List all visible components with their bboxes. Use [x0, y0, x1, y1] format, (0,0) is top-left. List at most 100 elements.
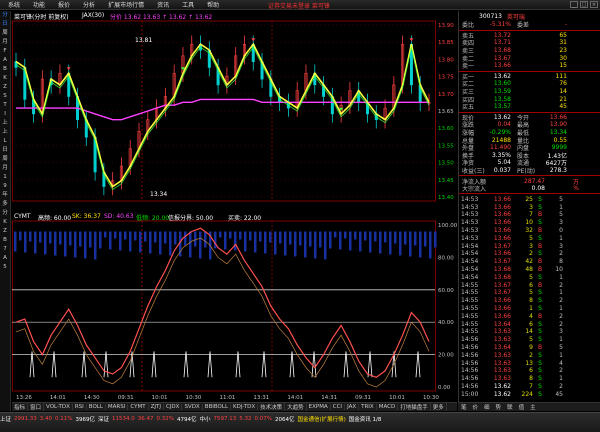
indicator-tab-0[interactable]: 指标 [12, 403, 29, 411]
quote-tab-6[interactable]: 主 [527, 403, 539, 411]
quote-tab-1[interactable]: 价 [470, 403, 482, 411]
menu-system[interactable]: 系统 [8, 0, 20, 9]
indicator-tab-5[interactable]: MARSI [106, 404, 129, 410]
price-axis-label: 13.80 [438, 57, 454, 63]
quote-tab-5[interactable]: 值 [516, 403, 528, 411]
indicator-tab-4[interactable]: BOLL [87, 404, 106, 410]
quote-tab-4[interactable]: 联 [504, 403, 516, 411]
status-item-0: 上证 [0, 417, 12, 423]
indicator-bar [119, 231, 122, 251]
indicator-tab-8[interactable]: CJDX [164, 404, 183, 410]
left-toolbar-button-12[interactable]: 上 [0, 119, 10, 128]
left-toolbar-button-20[interactable]: 年 [0, 191, 10, 200]
menu-help[interactable]: 帮助 [207, 0, 219, 9]
minimize-button[interactable]: _ [570, 1, 578, 8]
indicator-bar [299, 231, 302, 246]
indicator-tab-3[interactable]: RSI [73, 404, 87, 410]
indicator-bar [359, 231, 362, 252]
tick-count: 8 [559, 258, 563, 266]
bid-price: 13.57 [493, 103, 511, 111]
maximize-button[interactable]: □ [580, 1, 588, 8]
indicator-right: 买卖: 22.00 [228, 215, 262, 222]
tick-row: 14:55 13.64 6 S 2 [459, 320, 600, 328]
indicator-tab-1[interactable]: 窗口 [28, 403, 45, 411]
time-axis-label: 11:01 [220, 395, 236, 401]
ask-volume: 23 [559, 47, 567, 55]
indicator-tab-16[interactable]: JAX [345, 404, 360, 410]
left-toolbar-button-23[interactable]: K [0, 218, 10, 227]
left-toolbar-button-9[interactable]: S [0, 92, 10, 101]
indicator-tab-17[interactable]: TRIX [359, 404, 377, 410]
tick-volume: 224 [521, 390, 533, 398]
menu-function[interactable]: 功能 [33, 0, 45, 9]
left-toolbar-button-4[interactable]: F [0, 47, 10, 56]
left-toolbar-button-11[interactable]: I [0, 110, 10, 119]
menu-quote[interactable]: 报价 [58, 0, 70, 9]
indicator-tab-10[interactable]: BBIBOLL [203, 404, 232, 410]
indicator-tab-7[interactable]: ZJTJ [149, 404, 164, 410]
indicator-bar [244, 231, 247, 252]
indicator-bar [164, 231, 167, 244]
indicator-bar [234, 231, 237, 251]
left-toolbar-button-19[interactable]: 9 [0, 182, 10, 191]
indicator-tab-6[interactable]: CYMT [128, 404, 149, 410]
left-toolbar-button-3[interactable]: 月 [0, 38, 10, 47]
quote-tab-3[interactable]: 势 [493, 403, 505, 411]
left-toolbar-button-13[interactable]: 上 [0, 128, 10, 137]
indicator-tab-12[interactable]: 技术决策 [258, 403, 286, 411]
left-toolbar-button-0[interactable]: 分 [0, 11, 10, 20]
left-toolbar-button-22[interactable]: 分 [0, 209, 10, 218]
indicator-tab-14[interactable]: EXPMA [307, 404, 331, 410]
left-toolbar-button-28[interactable]: 5 [0, 263, 10, 272]
menu-extended[interactable]: 扩展市场行情 [108, 0, 144, 9]
indicator-tab-11[interactable]: KDJ-TDX [231, 404, 259, 410]
indicator-tab-9[interactable]: SVDX [182, 404, 203, 410]
left-toolbar-button-15[interactable]: 日 [0, 146, 10, 155]
indicator-bar [409, 231, 412, 257]
bid-volume: 14 [559, 88, 567, 96]
quote-tab-2[interactable]: 细 [481, 403, 493, 411]
chart-svg[interactable]: 13.90 13.85 13.80 13.75 13.70 13.65 13.60 13.55… [12, 11, 457, 402]
left-toolbar-button-27[interactable]: A [0, 254, 10, 263]
indicator-spike [51, 351, 57, 378]
close-button[interactable]: × [590, 1, 598, 8]
chart-area[interactable]: 13.90 13.85 13.80 13.75 13.70 13.65 13.60 13.55… [12, 11, 457, 411]
indicator-tab-20[interactable]: 更多 [431, 403, 447, 411]
bid-price: 13.59 [493, 88, 511, 96]
status-item-6: 11534.0 [112, 416, 135, 422]
tick-volume: 2 [529, 351, 533, 359]
left-toolbar-button-10[interactable]: T [0, 101, 10, 110]
left-toolbar-button-7[interactable]: K [0, 74, 10, 83]
tick-row: 14:54 13.66 2 S 2 [459, 250, 600, 258]
menu-tools[interactable]: 工具 [182, 0, 194, 9]
status-item-3: 0.11% [55, 416, 73, 422]
indicator-tab-15[interactable]: CCI [331, 404, 346, 410]
ask-label: 卖一 [462, 63, 475, 71]
menu-analysis[interactable]: 分析 [83, 0, 95, 9]
left-toolbar-button-18[interactable]: 1 [0, 173, 10, 182]
indicator-tab-2[interactable]: VOL-TDX [44, 404, 73, 410]
left-toolbar-button-26[interactable]: 7 [0, 245, 10, 254]
ask-volume: 30 [559, 54, 567, 62]
left-toolbar-button-1[interactable]: 日 [0, 20, 10, 29]
quote-tab-0[interactable]: 笔 [458, 403, 470, 411]
indicator-spike [183, 351, 189, 378]
left-toolbar-button-24[interactable]: Z [0, 227, 10, 236]
menu-news[interactable]: 资讯 [157, 0, 169, 9]
left-toolbar-button-14[interactable]: L [0, 137, 10, 146]
left-toolbar-button-21[interactable]: 多 [0, 200, 10, 209]
indicator-bar [44, 231, 47, 255]
indicator-tab-19[interactable]: 打地猫盘手 [398, 403, 431, 411]
left-toolbar-button-8[interactable]: Z [0, 83, 10, 92]
left-toolbar-button-2[interactable]: 周 [0, 29, 10, 38]
tick-count: 3 [559, 219, 563, 227]
left-toolbar-button-17[interactable]: 月 [0, 164, 10, 173]
indicator-tab-18[interactable]: MACD [377, 404, 399, 410]
bid-volume: 21 [559, 95, 567, 103]
indicator-tab-13[interactable]: 大趋势 [285, 403, 307, 411]
left-toolbar-button-16[interactable]: 周 [0, 155, 10, 164]
left-toolbar-button-6[interactable]: B [0, 65, 10, 74]
left-toolbar-button-25[interactable]: B [0, 236, 10, 245]
left-toolbar-button-5[interactable]: A [0, 56, 10, 65]
signal-arrow [251, 38, 256, 42]
